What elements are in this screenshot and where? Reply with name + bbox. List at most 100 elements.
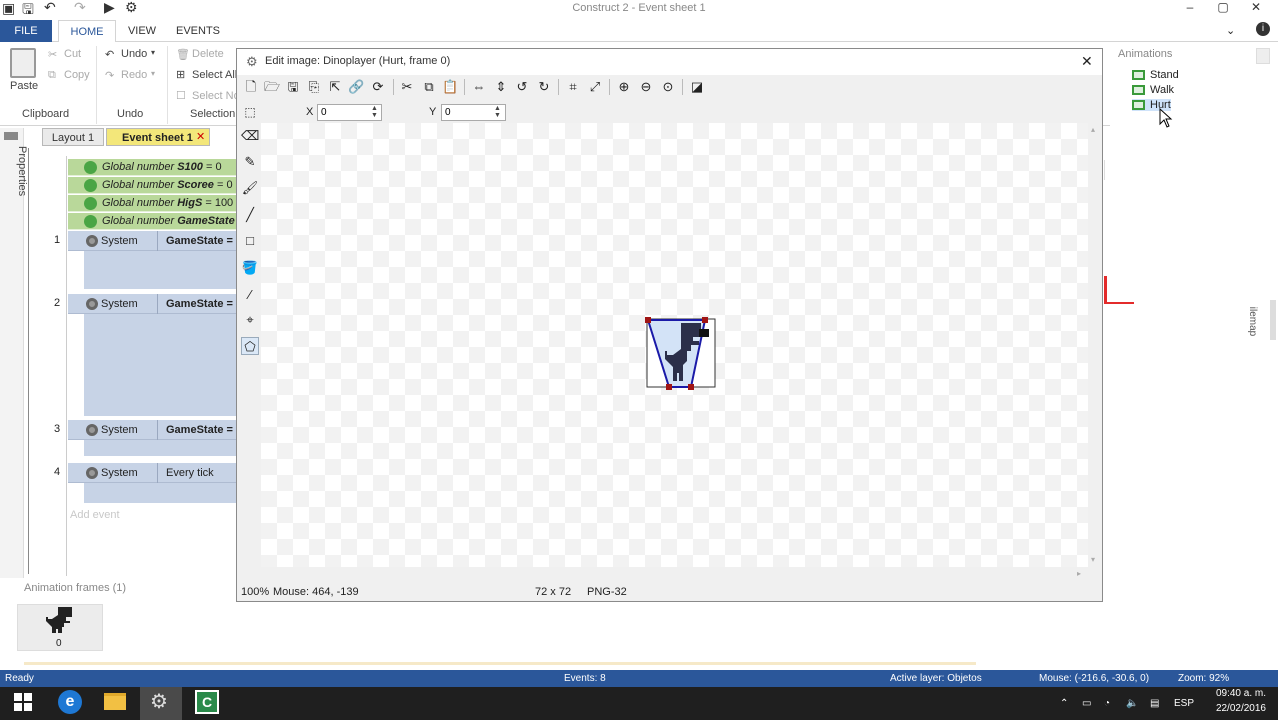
help-icon[interactable]: i [1256, 22, 1270, 36]
construct2-app-icon[interactable]: C [195, 690, 219, 714]
volume-icon[interactable]: 🔈 [1126, 687, 1138, 720]
event-condition[interactable]: GameState = [166, 231, 233, 251]
event-actions[interactable] [84, 251, 236, 289]
redo-ribbon-icon: ↷ [105, 70, 115, 82]
save-copy-icon[interactable]: ⎘ [306, 79, 322, 95]
dino-sprite[interactable] [643, 315, 719, 391]
pencil-icon[interactable]: ✎ [241, 153, 259, 171]
rectangle-tool-icon[interactable]: □ [241, 232, 259, 250]
event-condition[interactable]: GameState = [166, 294, 233, 314]
dialog-size-status: 72 x 72 [535, 586, 572, 598]
toolbar-separator [393, 79, 394, 95]
line-tool-icon[interactable]: ╱ [241, 206, 259, 224]
eraser-icon[interactable]: ⌫ [241, 127, 259, 145]
maximize-button[interactable]: ▢ [1211, 0, 1235, 16]
undo-button[interactable]: Undo [121, 48, 147, 60]
globe-icon [84, 197, 97, 210]
zoom-in-icon[interactable]: ⊕ [616, 79, 632, 95]
scroll-up-icon[interactable]: ▴ [1091, 125, 1095, 134]
paste-icon[interactable] [10, 48, 36, 78]
vertical-scrollbar[interactable] [1090, 123, 1100, 567]
side-scrollbar[interactable] [1270, 300, 1276, 340]
rotate-cw-icon[interactable]: ↻ [536, 79, 552, 95]
global-var-name: S100 [177, 161, 203, 173]
panel-scroll-button[interactable] [1256, 48, 1270, 64]
notifications-icon[interactable]: ▤ [1150, 687, 1159, 720]
fill-bucket-icon[interactable]: 🪣 [241, 259, 259, 277]
refresh-icon[interactable]: ⟳ [370, 79, 386, 95]
collision-polygon-icon[interactable]: ⬠ [241, 337, 259, 355]
event-actions[interactable] [84, 483, 236, 503]
color-picker-icon[interactable]: ⁄ [241, 286, 259, 304]
select-all-button[interactable]: Select All [192, 69, 237, 81]
paste-image-icon[interactable]: 📋 [442, 79, 458, 95]
animation-item-stand[interactable]: Stand [1132, 69, 1179, 81]
redo-button[interactable]: Redo [121, 69, 147, 81]
network-icon[interactable]: ◔ [1104, 687, 1110, 720]
crop-icon[interactable]: ⌗ [565, 79, 581, 95]
save-image-icon[interactable]: 🖫 [285, 79, 301, 95]
new-image-icon[interactable]: 🗋 [243, 79, 259, 95]
flip-vertical-icon[interactable]: ⇕ [493, 79, 509, 95]
event-condition[interactable]: Every tick [166, 463, 214, 483]
animation-item-walk[interactable]: Walk [1132, 84, 1174, 96]
dock-pin-icon[interactable] [4, 132, 18, 140]
animation-name: Walk [1150, 84, 1175, 96]
cut-image-icon[interactable]: ✂ [399, 79, 415, 95]
event-object: System [101, 298, 138, 310]
event-actions[interactable] [84, 314, 236, 416]
zoom-reset-icon[interactable]: ⊙ [660, 79, 676, 95]
globe-icon [84, 179, 97, 192]
copy-image-icon[interactable]: ⧉ [421, 79, 437, 95]
animation-frames-label: Animation frames (1) [24, 582, 127, 594]
file-explorer-icon[interactable] [104, 693, 126, 710]
open-folder-icon[interactable]: 🗁 [264, 79, 280, 95]
delete-button[interactable]: Delete [192, 48, 224, 60]
properties-dock-tab[interactable]: Properties [16, 146, 28, 206]
tab-events[interactable]: EVENTS [170, 20, 226, 42]
tab-event-sheet-1[interactable]: Event sheet 1 [106, 128, 210, 146]
y-spinner-icon[interactable]: ▲ ▼ [494, 105, 501, 119]
edge-browser-icon[interactable]: e [58, 690, 82, 714]
origin-point-icon[interactable]: ⌖ [241, 311, 259, 329]
tab-file[interactable]: FILE [0, 20, 52, 42]
rect-select-icon[interactable]: ⬚ [241, 103, 259, 121]
close-tab-icon[interactable]: ✕ [196, 130, 205, 143]
tray-chevron-icon[interactable]: ⌃ [1060, 687, 1068, 720]
close-window-button[interactable]: ✕ [1244, 0, 1268, 16]
select-none-button[interactable]: Select No [192, 90, 240, 102]
paste-button[interactable]: Paste [10, 80, 38, 92]
event-condition[interactable]: GameState = [166, 420, 233, 440]
add-event-link[interactable]: Add event [70, 509, 120, 521]
scroll-down-icon[interactable]: ▾ [1091, 555, 1095, 564]
clock-time[interactable]: 09:40 a. m. [1208, 688, 1266, 699]
ribbon-collapse-icon[interactable]: ⌄ [1226, 24, 1235, 37]
redo-dropdown-icon[interactable]: ▾ [151, 69, 155, 78]
cut-button[interactable]: Cut [64, 48, 81, 60]
event-actions[interactable] [84, 440, 236, 456]
language-indicator[interactable]: ESP [1174, 687, 1194, 720]
tilemap-tab[interactable]: ilemap [1247, 307, 1258, 336]
rotate-ccw-icon[interactable]: ↺ [514, 79, 530, 95]
tab-home[interactable]: HOME [58, 20, 116, 42]
clock-date[interactable]: 22/02/2016 [1208, 703, 1266, 714]
tab-view[interactable]: VIEW [120, 20, 164, 42]
windows-start-icon[interactable] [14, 693, 32, 711]
dialog-close-button[interactable]: ✕ [1081, 53, 1093, 70]
undo-dropdown-icon[interactable]: ▾ [151, 48, 155, 57]
copy-button[interactable]: Copy [64, 69, 90, 81]
color-swap-icon[interactable]: ◪ [689, 79, 705, 95]
zoom-out-icon[interactable]: ⊖ [638, 79, 654, 95]
scroll-right-icon[interactable]: ▸ [1077, 569, 1081, 578]
export-icon[interactable]: ⇱ [327, 79, 343, 95]
flip-horizontal-icon[interactable]: ⇔ [471, 79, 487, 95]
tab-layout-1[interactable]: Layout 1 [42, 128, 104, 146]
film-icon [1132, 70, 1145, 81]
link-icon[interactable]: 🔗 [348, 79, 364, 95]
layout-red-marker [1104, 276, 1107, 304]
resize-icon[interactable]: ⤢ [587, 79, 603, 95]
brush-icon[interactable]: 🖌 [241, 179, 259, 197]
ribbon-separator [167, 46, 168, 124]
x-spinner-icon[interactable]: ▲ ▼ [371, 105, 378, 119]
minimize-button[interactable]: ‒ [1178, 0, 1202, 16]
